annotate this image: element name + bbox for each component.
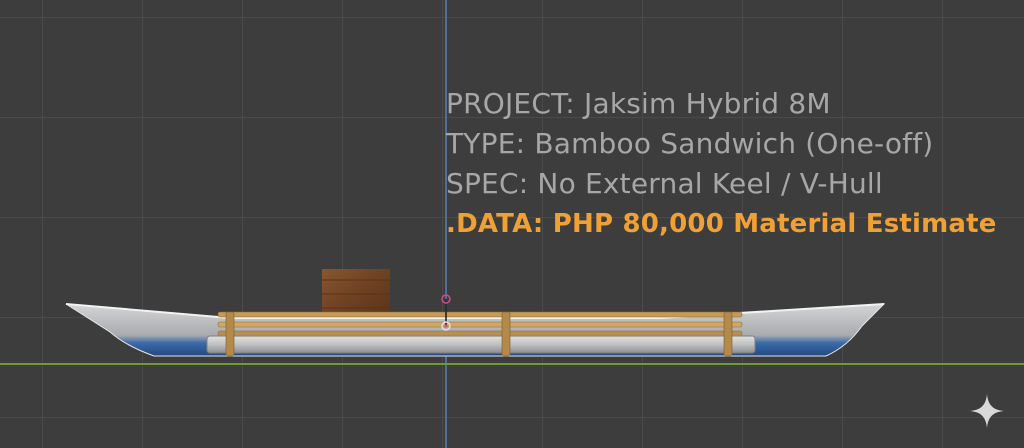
data-line: .DATA: PHP 80,000 Material Estimate xyxy=(446,209,997,239)
spec-line: SPEC: No External Keel / V-Hull xyxy=(446,167,883,200)
project-line: PROJECT: Jaksim Hybrid 8M xyxy=(446,87,831,120)
cabin-box xyxy=(322,269,390,319)
sparkle-icon xyxy=(970,394,1004,428)
info-overlay: PROJECT: Jaksim Hybrid 8M TYPE: Bamboo S… xyxy=(446,84,997,244)
float-tube xyxy=(206,335,756,354)
3d-viewport[interactable]: PROJECT: Jaksim Hybrid 8M TYPE: Bamboo S… xyxy=(0,0,1024,448)
type-line: TYPE: Bamboo Sandwich (One-off) xyxy=(446,127,934,160)
